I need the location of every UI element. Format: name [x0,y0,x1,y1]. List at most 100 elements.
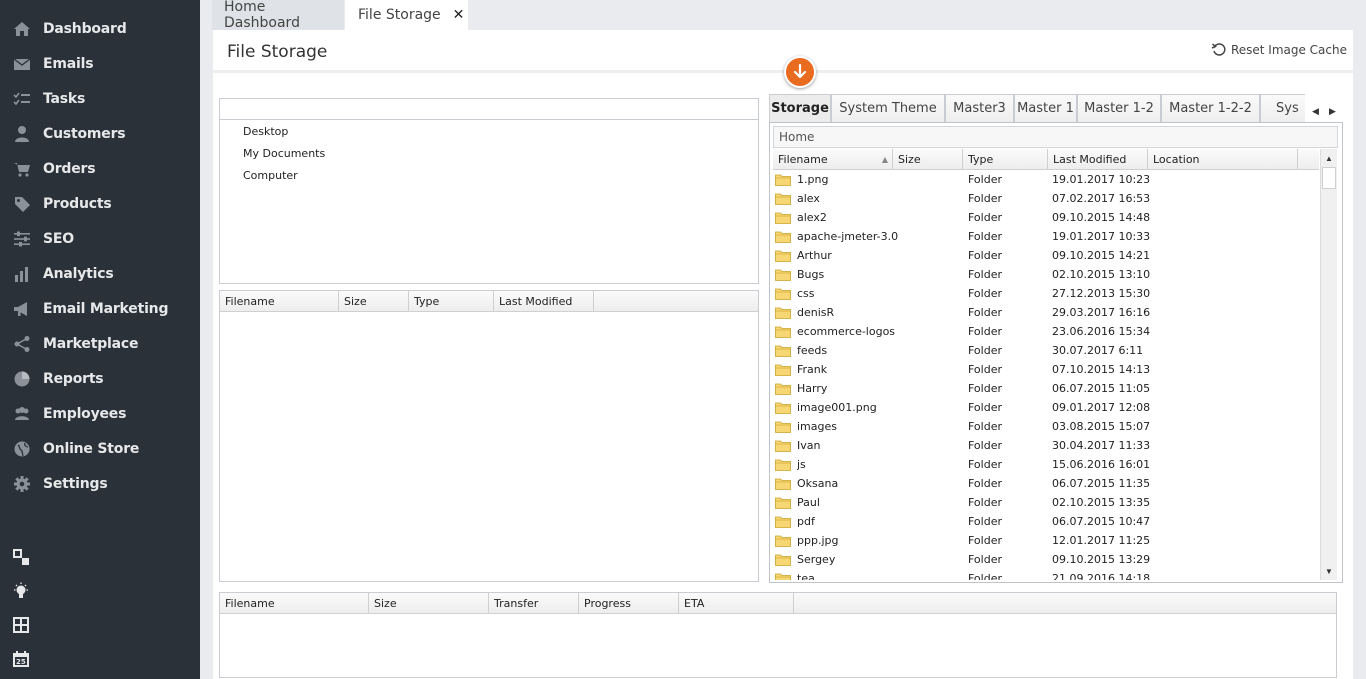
column-eta[interactable]: ETA [679,593,794,613]
table-row[interactable]: Harry Folder 06.07.2015 11:05 [773,379,1319,398]
sidebar-item-settings[interactable]: Settings [0,466,200,501]
pie-chart-icon [13,370,31,388]
calendar-icon[interactable]: 25 [12,650,30,668]
scroll-up-icon[interactable]: ▲ [1321,151,1337,165]
row-last-modified: 19.01.2017 10:23 [1052,173,1151,186]
table-row[interactable]: pdf Folder 06.07.2015 10:47 [773,512,1319,531]
column-filename[interactable]: Filename ▲ [773,149,893,169]
column-type[interactable]: Type [409,291,494,311]
sidebar-item-emails[interactable]: Emails [0,46,200,81]
reset-image-cache-button[interactable]: Reset Image Cache [1211,42,1347,58]
calculator-icon[interactable] [12,616,30,634]
column-filename[interactable]: Filename [220,593,369,613]
sidebar-item-tasks[interactable]: Tasks [0,81,200,116]
storage-tab-master-1-2-2[interactable]: Master 1-2-2 [1161,94,1260,122]
storage-tab-sys[interactable]: Sys [1260,94,1305,122]
row-type: Folder [968,382,1002,395]
scroll-thumb[interactable] [1322,167,1336,189]
table-row[interactable]: Paul Folder 02.10.2015 13:35 [773,493,1319,512]
sidebar-item-analytics[interactable]: Analytics [0,256,200,291]
close-tab-icon[interactable]: ✕ [453,7,465,23]
storage-breadcrumb[interactable]: Home [773,126,1338,148]
column-location[interactable]: Location [1148,149,1298,169]
table-row[interactable]: apache-jmeter-3.0 Folder 19.01.2017 10:33 [773,227,1319,246]
table-row[interactable]: tea Folder 21.09.2016 14:18 [773,569,1319,580]
bar-chart-icon [13,265,31,283]
column-type[interactable]: Type [963,149,1048,169]
table-row[interactable]: css Folder 27.12.2013 15:30 [773,284,1319,303]
sidebar-item-dashboard[interactable]: Dashboard [0,11,200,46]
sidebar-item-customers[interactable]: Customers [0,116,200,151]
sidebar-item-email-marketing[interactable]: Email Marketing [0,291,200,326]
column-size[interactable]: Size [339,291,409,311]
column-size[interactable]: Size [893,149,963,169]
column-size[interactable]: Size [369,593,489,613]
sidebar-item-employees[interactable]: Employees [0,396,200,431]
table-row[interactable]: denisR Folder 29.03.2017 16:16 [773,303,1319,322]
storage-tab-master-1[interactable]: Master 1 [1014,94,1077,122]
storage-tab-system-theme[interactable]: System Theme [831,94,945,122]
table-row[interactable]: alex Folder 07.02.2017 16:53 [773,189,1319,208]
reset-image-cache-label: Reset Image Cache [1230,43,1347,57]
table-row[interactable]: 1.png Folder 19.01.2017 10:23 [773,170,1319,189]
storage-tab-master-1-2[interactable]: Master 1-2 [1077,94,1161,122]
table-row[interactable]: Sergey Folder 09.10.2015 13:29 [773,550,1319,569]
row-type: Folder [968,344,1002,357]
folder-icon [775,458,791,471]
table-row[interactable]: ppp.jpg Folder 12.01.2017 11:25 [773,531,1319,550]
breadcrumb-home[interactable]: Home [779,130,814,144]
cart-icon [13,160,31,178]
row-last-modified: 06.07.2015 11:35 [1052,477,1151,490]
sidebar-item-orders[interactable]: Orders [0,151,200,186]
tab-home-dashboard[interactable]: Home Dashboard [212,0,344,31]
table-row[interactable]: image001.png Folder 09.01.2017 12:08 [773,398,1319,417]
row-type: Folder [968,458,1002,471]
sidebar-item-online-store[interactable]: Online Store [0,431,200,466]
share-icon [13,335,31,353]
column-last-modified[interactable]: Last Modified [1048,149,1148,169]
folder-icon [775,192,791,205]
local-folder-tree: Desktop My Documents Computer [219,120,759,284]
tab-scroll-right-icon[interactable]: ▶ [1329,106,1339,118]
tree-item-my-documents[interactable]: My Documents [243,147,325,160]
tab-file-storage[interactable]: File Storage ✕ [345,0,468,30]
sidebar-item-seo[interactable]: SEO [0,221,200,256]
tasks-icon [13,90,31,108]
table-row[interactable]: feeds Folder 30.07.2017 6:11 [773,341,1319,360]
sidebar-item-reports[interactable]: Reports [0,361,200,396]
collapse-toggle-button[interactable] [784,56,816,88]
scroll-down-icon[interactable]: ▼ [1321,564,1337,578]
storage-tab-master3[interactable]: Master3 [945,94,1014,122]
table-row[interactable]: Oksana Folder 06.07.2015 11:35 [773,474,1319,493]
windows-icon[interactable] [12,548,30,566]
table-row[interactable]: js Folder 15.06.2016 16:01 [773,455,1319,474]
column-progress[interactable]: Progress [579,593,679,613]
lightbulb-icon[interactable] [12,582,30,600]
storage-scrollbar[interactable]: ▲ ▼ [1320,149,1337,580]
tab-scroll-left-icon[interactable]: ◀ [1312,106,1322,118]
column-last-modified[interactable]: Last Modified [494,291,594,311]
column-transfer[interactable]: Transfer [489,593,579,613]
column-filename[interactable]: Filename [220,291,339,311]
storage-tab-storage[interactable]: Storage [769,94,831,122]
row-filename: Bugs [797,268,825,281]
table-row[interactable]: ecommerce-logos Folder 23.06.2016 15:34 [773,322,1319,341]
table-row[interactable]: Arthur Folder 09.10.2015 14:21 [773,246,1319,265]
table-row[interactable]: images Folder 03.08.2015 15:07 [773,417,1319,436]
sidebar-item-marketplace[interactable]: Marketplace [0,326,200,361]
sidebar-item-label: Employees [43,405,127,422]
local-path-input[interactable] [219,98,759,120]
folder-icon [775,420,791,433]
table-row[interactable]: alex2 Folder 09.10.2015 14:48 [773,208,1319,227]
sliders-icon [13,230,31,248]
tree-item-computer[interactable]: Computer [243,169,298,182]
table-row[interactable]: Bugs Folder 02.10.2015 13:10 [773,265,1319,284]
row-last-modified: 07.02.2017 16:53 [1052,192,1151,205]
sidebar-item-label: Reports [43,370,104,387]
tree-item-desktop[interactable]: Desktop [243,125,288,138]
table-row[interactable]: Ivan Folder 30.04.2017 11:33 [773,436,1319,455]
sidebar-item-products[interactable]: Products [0,186,200,221]
row-type: Folder [968,287,1002,300]
row-filename: Harry [797,382,828,395]
table-row[interactable]: Frank Folder 07.10.2015 14:13 [773,360,1319,379]
